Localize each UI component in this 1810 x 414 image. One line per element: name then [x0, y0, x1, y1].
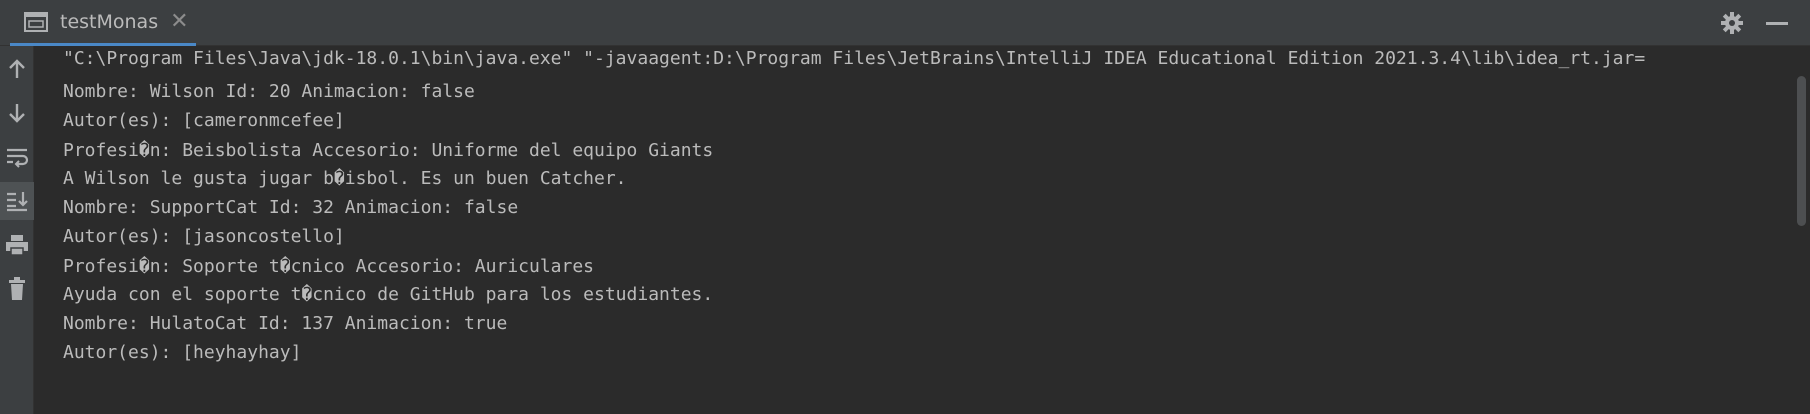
console-line: Nombre: SupportCat Id: 32 Animacion: fal… — [63, 197, 519, 218]
console-line: "C:\Program Files\Java\jdk-18.0.1\bin\ja… — [63, 48, 1646, 69]
print-button[interactable] — [0, 226, 34, 264]
console-line: Autor(es): [jasoncostello] — [63, 226, 345, 247]
console-output[interactable]: "C:\Program Files\Java\jdk-18.0.1\bin\ja… — [34, 46, 1790, 414]
scroll-up-button[interactable] — [0, 50, 34, 88]
console-line: Nombre: HulatoCat Id: 137 Animacion: tru… — [63, 313, 508, 334]
console-line: Profesi�n: Beisbolista Accesorio: Unifor… — [63, 140, 714, 161]
scroll-down-button[interactable] — [0, 94, 34, 132]
scroll-to-end-icon — [7, 192, 28, 212]
console-icon — [24, 11, 50, 33]
trash-icon — [9, 277, 25, 300]
clear-all-button[interactable] — [0, 270, 34, 308]
minimize-icon[interactable] — [1766, 21, 1788, 25]
console-line: Profesi�n: Soporte t�cnico Accesorio: Au… — [63, 256, 595, 277]
soft-wrap-button[interactable] — [0, 138, 34, 176]
soft-wrap-icon — [7, 148, 29, 168]
gear-icon[interactable] — [1718, 9, 1746, 37]
close-icon[interactable]: ✕ — [170, 10, 188, 33]
console-line: Ayuda con el soporte t�cnico de GitHub p… — [63, 284, 714, 305]
scroll-to-end-button[interactable] — [0, 182, 34, 220]
run-tool-window-header: testMonas ✕ — [0, 0, 1810, 46]
printer-icon — [6, 235, 28, 256]
console-line: Nombre: Wilson Id: 20 Animacion: false — [63, 81, 475, 102]
console-line: A Wilson le gusta jugar b�isbol. Es un b… — [63, 168, 627, 189]
console-toolbar — [0, 46, 34, 414]
arrow-down-icon — [9, 104, 25, 123]
vertical-scrollbar[interactable] — [1792, 46, 1810, 414]
tab-label: testMonas — [60, 10, 159, 33]
console-line: Autor(es): [cameronmcefee] — [63, 110, 345, 131]
tab-testmonas[interactable]: testMonas ✕ — [10, 0, 196, 46]
scrollbar-thumb[interactable] — [1797, 76, 1806, 226]
arrow-up-icon — [9, 59, 25, 78]
header-actions — [1718, 0, 1810, 46]
console-line: Autor(es): [heyhayhay] — [63, 342, 302, 363]
